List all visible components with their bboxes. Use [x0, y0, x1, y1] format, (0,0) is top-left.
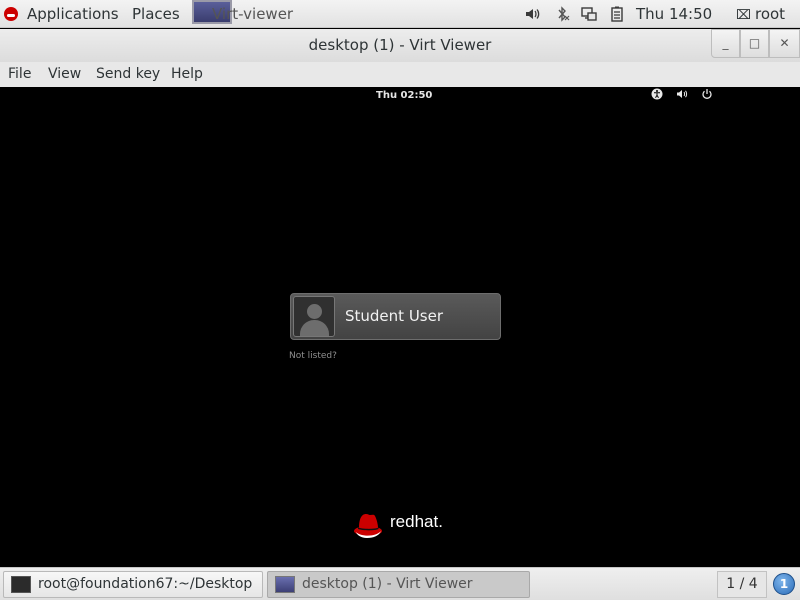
redhat-hat-icon: [354, 514, 382, 538]
close-button[interactable]: ✕: [769, 29, 800, 58]
window-title: desktop (1) - Virt Viewer: [308, 36, 492, 54]
redhat-logo: redhat.: [353, 510, 453, 540]
minimize-button[interactable]: _: [711, 29, 740, 58]
taskbar-item-terminal-label: root@foundation67:~/Desktop: [38, 576, 253, 592]
menu-send-key[interactable]: Send key: [96, 62, 160, 87]
accessibility-icon[interactable]: [650, 88, 664, 102]
user-menu[interactable]: ⌧ root: [736, 0, 785, 28]
bluetooth-disabled-icon[interactable]: [554, 6, 570, 22]
redhat-icon: [4, 7, 18, 21]
applications-label: Applications: [27, 5, 119, 23]
applications-menu[interactable]: Applications: [4, 0, 119, 28]
login-user-name: Student User: [345, 307, 444, 325]
volume-icon[interactable]: [524, 6, 540, 22]
network-icon[interactable]: [581, 6, 597, 22]
virt-viewer-launcher[interactable]: Virt-viewer: [192, 0, 293, 28]
vm-display[interactable]: Thu 02:50 Student User Not listed? redha…: [0, 87, 800, 567]
taskbar-item-virt-viewer-label: desktop (1) - Virt Viewer: [302, 576, 473, 592]
redhat-wordmark: redhat.: [390, 512, 443, 531]
user-status-icon: ⌧: [736, 8, 751, 23]
power-icon[interactable]: [700, 88, 714, 102]
login-user-card[interactable]: Student User: [290, 293, 501, 340]
workspace-switcher[interactable]: 1 / 4: [717, 571, 767, 598]
taskbar-item-terminal[interactable]: root@foundation67:~/Desktop: [3, 571, 263, 598]
virt-viewer-launcher-label: Virt-viewer: [212, 5, 294, 23]
virt-viewer-icon: [275, 576, 295, 593]
top-panel: Applications Places Virt-viewer Thu 14:5…: [0, 0, 800, 28]
battery-icon[interactable]: [609, 6, 625, 22]
not-listed-link[interactable]: Not listed?: [289, 351, 337, 361]
terminal-icon: [11, 576, 31, 593]
bottom-taskbar: root@foundation67:~/Desktop desktop (1) …: [0, 567, 800, 600]
vm-volume-icon[interactable]: [675, 88, 689, 102]
maximize-button[interactable]: □: [740, 29, 769, 58]
menu-file[interactable]: File: [8, 62, 31, 87]
user-menu-label: root: [754, 5, 786, 23]
user-avatar-icon: [293, 296, 335, 337]
window-titlebar[interactable]: desktop (1) - Virt Viewer _ □ ✕: [0, 29, 800, 62]
notification-badge[interactable]: 1: [773, 573, 795, 595]
menu-help[interactable]: Help: [171, 62, 203, 87]
top-panel-clock[interactable]: Thu 14:50: [636, 0, 712, 28]
menu-view[interactable]: View: [48, 62, 81, 87]
vm-clock[interactable]: Thu 02:50: [376, 90, 432, 101]
taskbar-item-virt-viewer[interactable]: desktop (1) - Virt Viewer: [267, 571, 530, 598]
places-menu[interactable]: Places: [132, 0, 180, 28]
menu-bar: File View Send key Help: [0, 62, 800, 87]
